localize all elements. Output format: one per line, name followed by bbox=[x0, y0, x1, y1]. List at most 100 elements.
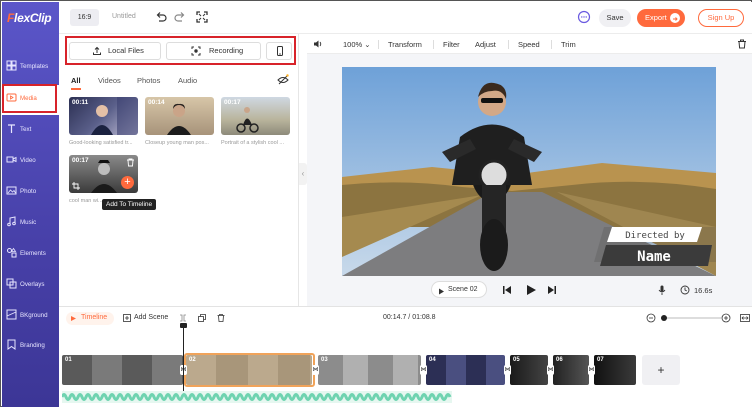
transition-icon[interactable]: ⋈ bbox=[547, 365, 554, 375]
timeline-clip[interactable]: 03 bbox=[318, 355, 421, 385]
logo-text: lexClip bbox=[14, 11, 52, 25]
save-button[interactable]: Save bbox=[599, 9, 631, 27]
timeline-clip[interactable]: 07 bbox=[594, 355, 636, 385]
tab-videos[interactable]: Videos bbox=[98, 76, 121, 85]
chat-icon[interactable] bbox=[577, 10, 591, 24]
transition-icon[interactable]: ⋈ bbox=[588, 365, 595, 375]
sidebar-item-templates[interactable]: Templates bbox=[2, 53, 59, 83]
split-icon[interactable] bbox=[179, 314, 187, 322]
collapse-panel-button[interactable]: ‹ bbox=[299, 163, 307, 185]
undo-icon[interactable] bbox=[154, 10, 168, 24]
delete-icon[interactable] bbox=[126, 158, 135, 167]
selected-clip-outline bbox=[184, 353, 315, 387]
fullscreen-icon[interactable] bbox=[195, 10, 209, 24]
add-scene-icon[interactable] bbox=[123, 314, 131, 322]
sidebar-item-background[interactable]: BKground bbox=[2, 302, 59, 332]
media-highlight-box bbox=[2, 84, 57, 113]
transition-icon[interactable]: ⋈ bbox=[504, 365, 511, 375]
thumbnail-caption: Portrait of a stylish cool ... bbox=[221, 140, 284, 146]
video-frame-image: Directed by Name bbox=[342, 67, 716, 276]
media-thumbnail[interactable]: 00:11 bbox=[69, 97, 138, 135]
next-scene-icon[interactable] bbox=[547, 285, 557, 295]
sidebar-item-label: Elements bbox=[20, 250, 46, 257]
sidebar-item-label: Photo bbox=[20, 188, 37, 195]
toolbar-divider bbox=[433, 40, 434, 49]
zoom-slider[interactable] bbox=[661, 315, 721, 321]
transition-icon[interactable]: ⋈ bbox=[420, 365, 427, 375]
redo-icon[interactable] bbox=[173, 10, 187, 24]
app-window: FlexClip Templates Media Text Video Phot… bbox=[0, 0, 752, 407]
timeline-clip[interactable]: 05 bbox=[510, 355, 548, 385]
sidebar-item-label: Video bbox=[20, 157, 36, 164]
toolbar-divider bbox=[508, 40, 509, 49]
overlay-title-text[interactable]: Name bbox=[637, 249, 671, 265]
export-button[interactable]: Export bbox=[637, 9, 685, 27]
sidebar-item-music[interactable]: Music bbox=[2, 209, 59, 239]
tab-audio[interactable]: Audio bbox=[178, 76, 197, 85]
sidebar-item-video[interactable]: Video bbox=[2, 147, 59, 177]
sidebar-item-text[interactable]: Text bbox=[2, 116, 59, 146]
sidebar-item-photo[interactable]: Photo bbox=[2, 178, 59, 208]
zoom-out-icon[interactable] bbox=[646, 313, 656, 323]
sidebar-item-elements[interactable]: Elements bbox=[2, 240, 59, 270]
volume-icon[interactable] bbox=[313, 39, 323, 49]
timeline-playhead[interactable] bbox=[180, 323, 187, 391]
timeline-label: Timeline bbox=[81, 314, 108, 321]
zoom-in-icon[interactable] bbox=[721, 313, 731, 323]
filter-button[interactable]: Filter bbox=[443, 40, 460, 49]
scene-selector[interactable]: Scene 02 bbox=[431, 281, 487, 298]
hide-used-icon[interactable] bbox=[277, 74, 289, 86]
project-title[interactable]: Untitled bbox=[112, 13, 136, 20]
trim-button[interactable]: Trim bbox=[561, 40, 576, 49]
logo-letter: F bbox=[7, 11, 15, 25]
overlay-subtitle-text[interactable]: Directed by bbox=[625, 231, 685, 241]
toolbar-divider bbox=[378, 40, 379, 49]
flexclip-logo[interactable]: FlexClip bbox=[7, 11, 52, 25]
clock-icon bbox=[680, 285, 690, 295]
timeline-clip[interactable]: 01 bbox=[62, 355, 183, 385]
sign-up-button[interactable]: Sign Up bbox=[698, 9, 744, 27]
sidebar-item-branding[interactable]: Branding bbox=[2, 332, 59, 362]
preview-area: Directed by Name Scene 02 16.6s bbox=[307, 54, 752, 306]
timeline-icon bbox=[70, 315, 77, 322]
sidebar-item-label: BKground bbox=[20, 312, 48, 319]
media-thumbnail[interactable]: 00:17 bbox=[221, 97, 290, 135]
templates-icon bbox=[6, 60, 17, 71]
speed-button[interactable]: Speed bbox=[518, 40, 540, 49]
zoom-level-dropdown[interactable]: 100% ⌄ bbox=[343, 40, 370, 49]
transition-icon[interactable]: ⋈ bbox=[312, 365, 319, 375]
adjust-button[interactable]: Adjust bbox=[475, 40, 496, 49]
play-icon[interactable] bbox=[525, 284, 537, 296]
zoom-slider-handle[interactable] bbox=[661, 315, 667, 321]
previous-scene-icon[interactable] bbox=[502, 285, 512, 295]
duplicate-icon[interactable] bbox=[198, 314, 206, 322]
aspect-ratio-button[interactable]: 16:9 bbox=[70, 9, 99, 26]
sidebar: FlexClip Templates Media Text Video Phot… bbox=[2, 2, 59, 407]
trash-icon[interactable] bbox=[737, 39, 747, 49]
timeline-clip[interactable]: 04 bbox=[426, 355, 505, 385]
delete-scene-icon[interactable] bbox=[217, 314, 225, 322]
elements-icon bbox=[6, 247, 17, 258]
text-icon bbox=[6, 123, 17, 134]
transform-button[interactable]: Transform bbox=[388, 40, 422, 49]
microphone-icon[interactable] bbox=[657, 285, 667, 295]
tab-photos[interactable]: Photos bbox=[137, 76, 160, 85]
thumbnail-duration: 00:17 bbox=[72, 157, 89, 164]
crop-icon[interactable] bbox=[72, 182, 80, 190]
sidebar-item-overlays[interactable]: Overlays bbox=[2, 271, 59, 301]
video-canvas[interactable]: Directed by Name bbox=[342, 67, 716, 276]
tab-all[interactable]: All bbox=[71, 76, 81, 90]
add-clip-button[interactable]: + bbox=[642, 355, 680, 385]
add-scene-button[interactable]: Add Scene bbox=[134, 314, 168, 321]
background-icon bbox=[6, 309, 17, 320]
media-thumbnail[interactable]: 00:14 bbox=[145, 97, 214, 135]
zoom-level-value: 100% bbox=[343, 40, 363, 49]
fit-timeline-icon[interactable] bbox=[740, 313, 750, 323]
timeline-clip[interactable]: 06 bbox=[553, 355, 589, 385]
audio-waveform[interactable] bbox=[62, 391, 452, 403]
clip-number: 03 bbox=[321, 357, 328, 363]
media-thumbnail-hovered[interactable]: 00:17 + bbox=[69, 155, 138, 193]
add-to-timeline-button[interactable]: + bbox=[121, 176, 134, 189]
scene-label: Scene 02 bbox=[448, 286, 478, 293]
play-small-icon bbox=[438, 286, 445, 301]
